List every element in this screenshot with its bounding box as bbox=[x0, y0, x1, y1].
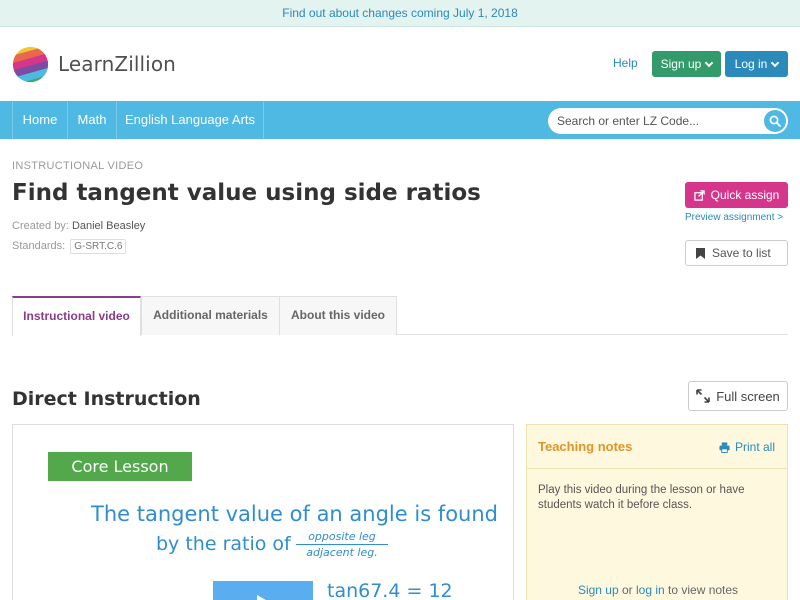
standard-badge[interactable]: G-SRT.C.6 bbox=[70, 239, 127, 254]
sign-up-button[interactable]: Sign up bbox=[652, 51, 721, 77]
search-input[interactable] bbox=[557, 108, 757, 134]
tab-about-this-video[interactable]: About this video bbox=[279, 296, 397, 335]
standards: Standards: G-SRT.C.6 bbox=[12, 239, 127, 254]
notes-login-prompt: Sign up or log in to view notes bbox=[527, 583, 789, 597]
created-by: Created by: Daniel Beasley bbox=[12, 220, 145, 232]
learnzillion-logo-icon bbox=[12, 46, 49, 82]
announcement-bar: Find out about changes coming July 1, 20… bbox=[0, 0, 800, 27]
help-link[interactable]: Help bbox=[613, 56, 638, 70]
video-equation: tan67.4 = 12 bbox=[327, 580, 453, 600]
share-icon bbox=[693, 189, 705, 201]
fraction-numerator: opposite leg bbox=[296, 530, 388, 545]
tab-instructional-video[interactable]: Instructional video bbox=[12, 296, 141, 336]
created-by-label: Created by: bbox=[12, 220, 69, 232]
log-in-label: Log in bbox=[734, 57, 768, 71]
logo[interactable]: LearnZillion bbox=[12, 44, 182, 84]
section-title: Direct Instruction bbox=[12, 388, 201, 410]
ratio-fraction: opposite leg adjacent leg. bbox=[296, 530, 388, 559]
notes-suffix-text: to view notes bbox=[664, 583, 739, 597]
print-all-label: Print all bbox=[734, 440, 775, 454]
teaching-notes-panel: Teaching notes Print all Play this video… bbox=[526, 424, 788, 600]
fraction-denominator-text: adjacent leg bbox=[306, 546, 375, 559]
main-nav: Home Math English Language Arts bbox=[0, 101, 800, 139]
author-link[interactable]: Daniel Beasley bbox=[72, 220, 145, 232]
play-button[interactable] bbox=[213, 581, 313, 600]
teaching-notes-header: Teaching notes Print all bbox=[527, 425, 787, 469]
search-box bbox=[548, 108, 788, 134]
standards-label: Standards: bbox=[12, 240, 66, 252]
nav-item-math[interactable]: Math bbox=[68, 101, 117, 139]
brand-name: LearnZillion bbox=[58, 52, 176, 76]
full-screen-label: Full screen bbox=[716, 388, 780, 404]
bookmark-icon bbox=[696, 247, 705, 259]
chevron-down-icon bbox=[771, 58, 780, 67]
full-screen-button[interactable]: Full screen bbox=[688, 381, 788, 411]
play-icon bbox=[257, 595, 266, 600]
search-button[interactable] bbox=[764, 110, 786, 132]
notes-log-in-link[interactable]: log in bbox=[636, 583, 665, 597]
print-all-link[interactable]: Print all bbox=[719, 440, 775, 454]
video-player[interactable]: Core Lesson The tangent value of an angl… bbox=[12, 424, 514, 600]
nav-item-home[interactable]: Home bbox=[12, 101, 68, 139]
quick-assign-label: Quick assign bbox=[710, 188, 780, 202]
teaching-notes-title: Teaching notes bbox=[538, 439, 633, 454]
log-in-button[interactable]: Log in bbox=[725, 51, 788, 77]
expand-icon bbox=[696, 389, 711, 403]
notes-or-text: or bbox=[618, 583, 636, 597]
notes-sign-up-link[interactable]: Sign up bbox=[578, 583, 619, 597]
preview-assignment-link[interactable]: Preview assignment > bbox=[685, 212, 783, 223]
video-text-line-2: by the ratio of bbox=[156, 533, 291, 555]
announcement-link[interactable]: Find out about changes coming July 1, 20… bbox=[282, 6, 518, 20]
save-to-list-button[interactable]: Save to list bbox=[685, 240, 788, 266]
page-title: Find tangent value using side ratios bbox=[12, 180, 481, 206]
sign-up-label: Sign up bbox=[660, 57, 702, 71]
teaching-notes-body: Play this video during the lesson or hav… bbox=[538, 484, 745, 511]
video-text-line-1: The tangent value of an angle is found bbox=[91, 502, 498, 526]
fraction-period: . bbox=[374, 546, 378, 559]
search-icon bbox=[769, 115, 781, 127]
site-header: LearnZillion Help Sign up Log in bbox=[0, 27, 800, 101]
tab-additional-materials[interactable]: Additional materials bbox=[141, 296, 280, 335]
content-type-label: INSTRUCTIONAL VIDEO bbox=[12, 160, 144, 172]
save-to-list-label: Save to list bbox=[712, 246, 771, 260]
chevron-down-icon bbox=[705, 58, 714, 67]
fraction-denominator: adjacent leg. bbox=[296, 545, 388, 559]
nav-item-english-language-arts[interactable]: English Language Arts bbox=[117, 101, 264, 139]
printer-icon bbox=[719, 441, 730, 453]
quick-assign-button[interactable]: Quick assign bbox=[685, 182, 788, 208]
core-lesson-badge: Core Lesson bbox=[48, 452, 192, 481]
